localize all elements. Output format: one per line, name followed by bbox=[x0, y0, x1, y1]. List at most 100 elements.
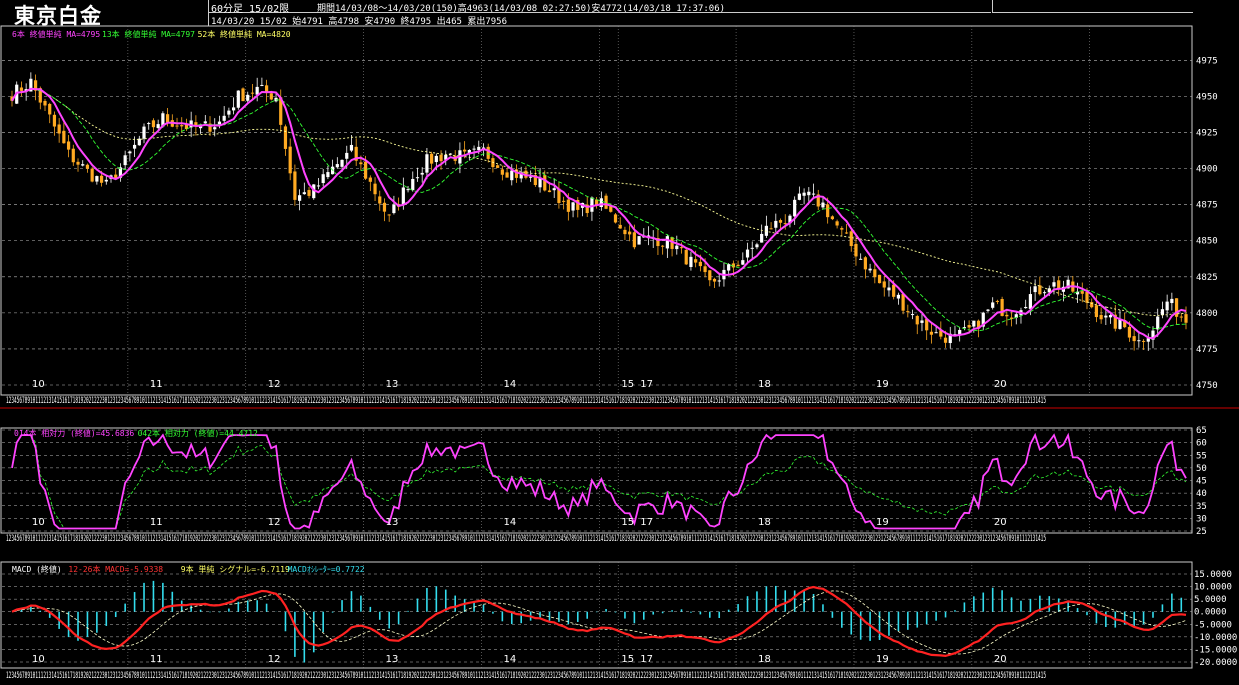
candle-body bbox=[151, 120, 156, 128]
candle-body bbox=[392, 204, 396, 214]
candle-body bbox=[434, 155, 438, 163]
candle-body bbox=[81, 164, 85, 166]
candle-body bbox=[679, 247, 684, 249]
candle-body bbox=[1052, 282, 1056, 287]
candle-body bbox=[703, 266, 707, 273]
macd-day-label: 11 bbox=[150, 654, 163, 665]
price-day-label: 13 bbox=[386, 379, 399, 390]
price-tick-label: 4925 bbox=[1196, 129, 1218, 139]
candle-body bbox=[1118, 319, 1122, 329]
candle-body bbox=[665, 236, 669, 249]
candle-body bbox=[52, 114, 57, 127]
candle-body bbox=[717, 280, 721, 282]
candle-body bbox=[1099, 314, 1103, 320]
candle-body bbox=[915, 315, 919, 325]
price-day-label: 12 bbox=[268, 379, 281, 390]
candle-body bbox=[906, 311, 910, 313]
candle-body bbox=[830, 216, 834, 220]
candle-body bbox=[807, 191, 811, 196]
candle-body bbox=[613, 214, 618, 223]
candle-body bbox=[95, 176, 99, 182]
price-day-label: 17 bbox=[640, 379, 653, 390]
legend-price-entry: 6本 終値単純 MA=4795 bbox=[12, 30, 101, 39]
rsi-tick-label: 45 bbox=[1196, 477, 1207, 487]
candle-body bbox=[510, 170, 514, 181]
candle-body bbox=[420, 172, 424, 175]
candle-body bbox=[472, 148, 476, 150]
candle-body bbox=[213, 127, 217, 130]
candle-body bbox=[943, 337, 948, 343]
candle-body bbox=[496, 165, 500, 168]
rsi-tick-label: 65 bbox=[1196, 426, 1207, 436]
rsi-day-label: 10 bbox=[32, 517, 45, 528]
price-tick-label: 4875 bbox=[1196, 201, 1218, 211]
candle-body bbox=[778, 220, 783, 223]
macd-day-label: 13 bbox=[386, 654, 399, 665]
candle-body bbox=[755, 244, 759, 248]
ma-6-line bbox=[11, 87, 1187, 340]
candle-body bbox=[1009, 317, 1014, 319]
candle-body bbox=[415, 177, 420, 179]
candle-body bbox=[123, 155, 127, 166]
candle-body bbox=[382, 202, 387, 212]
candle-body bbox=[71, 148, 75, 163]
candle-body bbox=[57, 124, 61, 134]
candle-body bbox=[863, 257, 867, 270]
candle-body bbox=[175, 125, 179, 127]
candle-body bbox=[48, 103, 52, 115]
rsi-day-label: 14 bbox=[503, 517, 516, 528]
candle-body bbox=[859, 258, 863, 260]
legend-macd-entry: MACDｵｼﾚｰﾀｰ=0.7722 bbox=[287, 565, 365, 574]
candle-body bbox=[500, 169, 504, 175]
candle-body bbox=[708, 270, 712, 281]
candle-body bbox=[892, 284, 896, 297]
candle-body bbox=[547, 190, 552, 193]
price-day-label: 18 bbox=[758, 379, 771, 390]
candle-body bbox=[156, 124, 160, 129]
price-tick-label: 4825 bbox=[1196, 273, 1218, 283]
candle-body bbox=[623, 229, 627, 235]
candle-body bbox=[661, 245, 665, 247]
rsi-day-label: 15 bbox=[621, 517, 634, 528]
candle-body bbox=[147, 123, 151, 125]
rsi-tick-label: 25 bbox=[1196, 527, 1207, 537]
candle-body bbox=[76, 161, 80, 165]
candle-body bbox=[1165, 301, 1169, 311]
candle-body bbox=[430, 153, 434, 164]
macd-tick-label: 0.0000 bbox=[1194, 608, 1227, 618]
candle-body bbox=[180, 125, 184, 127]
candle-body bbox=[359, 162, 363, 165]
candle-body bbox=[340, 159, 344, 167]
macd-day-label: 20 bbox=[994, 654, 1007, 665]
legend-rsi-entry: 014本 相対力 (終値)=45.6836 bbox=[14, 429, 135, 438]
rsi-tick-label: 35 bbox=[1196, 502, 1207, 512]
candle-body bbox=[505, 172, 509, 178]
candle-body bbox=[1024, 306, 1028, 309]
legend-price-entry: 13本 終値単純 MA=4797 bbox=[102, 30, 195, 39]
candle-body bbox=[986, 309, 990, 311]
candle-body bbox=[1042, 292, 1047, 294]
candle-body bbox=[19, 87, 24, 91]
candle-body bbox=[1000, 299, 1004, 316]
macd-day-label: 12 bbox=[268, 654, 281, 665]
candle-body bbox=[802, 192, 806, 196]
candle-body bbox=[1179, 316, 1183, 318]
legend-macd-entry: MACD (終値) bbox=[12, 565, 62, 574]
macd-tick-label: 10.0000 bbox=[1194, 583, 1232, 593]
candle-body bbox=[477, 146, 481, 151]
candle-body bbox=[694, 259, 698, 263]
candle-body bbox=[877, 274, 882, 284]
rsi-tick-label: 55 bbox=[1196, 451, 1207, 461]
ma-52-line bbox=[11, 88, 1187, 316]
candle-body bbox=[901, 294, 905, 311]
candle-body bbox=[797, 193, 801, 200]
candle-body bbox=[283, 126, 288, 149]
rsi-tick-label: 40 bbox=[1196, 489, 1207, 499]
candle-body bbox=[401, 187, 405, 206]
candle-body bbox=[298, 195, 302, 201]
price-tick-label: 4950 bbox=[1196, 92, 1218, 102]
candle-body bbox=[599, 198, 603, 208]
candle-body bbox=[750, 247, 754, 249]
candle-body bbox=[231, 107, 236, 111]
candle-body bbox=[62, 130, 66, 144]
